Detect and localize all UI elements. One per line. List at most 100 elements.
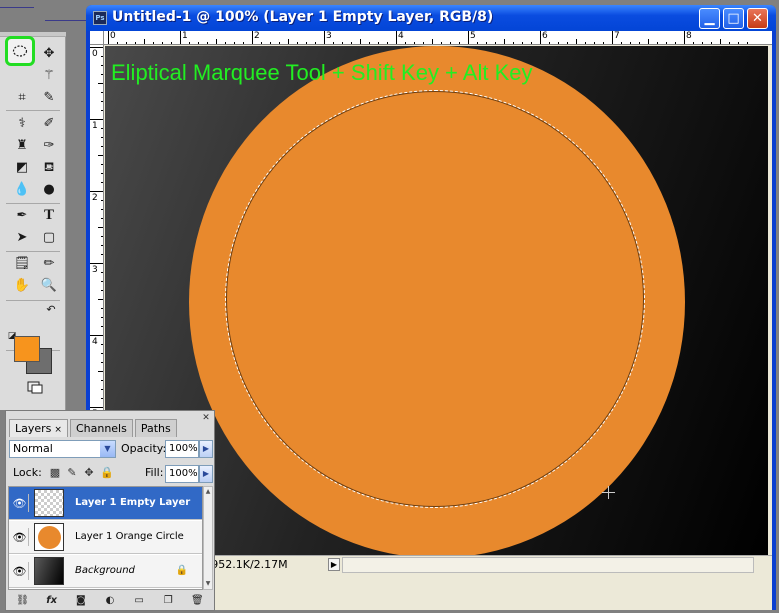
eye-icon[interactable]: 👁 xyxy=(11,562,29,580)
maximize-button[interactable]: □ xyxy=(723,8,744,29)
ruler-tick xyxy=(101,164,103,165)
magic-wand-tool[interactable]: ⚚ xyxy=(38,64,60,86)
eye-icon[interactable]: 👁 xyxy=(11,528,29,546)
panel-tabs: Layers × Channels Paths xyxy=(9,419,179,437)
minimize-button[interactable]: ▁ xyxy=(699,8,720,29)
elliptical-marquee-tool[interactable] xyxy=(5,36,35,66)
document-title-bar[interactable]: Ps Untitled-1 @ 100% (Layer 1 Empty Laye… xyxy=(86,5,776,31)
paint-bucket-tool[interactable]: ⛾ xyxy=(38,156,60,178)
lock-position-icon[interactable]: ✥ xyxy=(83,467,95,479)
eyedropper-tool[interactable]: ✏ xyxy=(38,252,60,274)
ruler-tick xyxy=(702,42,703,44)
ruler-label: 4 xyxy=(398,31,404,41)
slice-tool[interactable]: ✎ xyxy=(38,86,60,108)
crop-tool[interactable]: ⌗ xyxy=(11,86,33,108)
lock-all-icon[interactable]: 🔒 xyxy=(100,467,114,479)
blend-mode-value: Normal xyxy=(13,442,53,455)
opacity-input[interactable]: 100% xyxy=(165,440,199,458)
scroll-down-icon[interactable]: ▼ xyxy=(204,579,212,589)
ruler-tick xyxy=(90,191,103,192)
adjustment-layer-icon[interactable]: ◐ xyxy=(102,594,118,608)
trash-icon[interactable]: 🗑 xyxy=(189,594,205,608)
tab-layers[interactable]: Layers × xyxy=(9,419,68,437)
clone-stamp-tool[interactable]: ♜ xyxy=(11,134,33,156)
scroll-up-icon[interactable]: ▲ xyxy=(204,487,212,497)
fill-slider-arrow-icon[interactable]: ▶ xyxy=(199,465,213,483)
ruler-origin[interactable] xyxy=(90,31,104,45)
tab-channels[interactable]: Channels xyxy=(69,419,133,437)
link-layers-icon[interactable]: ⛓ xyxy=(15,594,31,608)
rectangle-shape-tool[interactable]: ▢ xyxy=(38,226,60,248)
ruler-tick xyxy=(648,39,649,44)
ruler-tick xyxy=(101,182,103,183)
ruler-tick xyxy=(101,290,103,291)
ruler-tick xyxy=(585,42,586,44)
tab-paths[interactable]: Paths xyxy=(134,419,177,437)
eraser-tool[interactable]: ◩ xyxy=(11,156,33,178)
new-layer-icon[interactable]: ❐ xyxy=(160,594,176,608)
vertical-scrollbar[interactable] xyxy=(768,46,772,555)
ruler-tick xyxy=(666,42,667,44)
ruler-tick xyxy=(90,263,103,264)
swap-colors-icon[interactable]: ↶ xyxy=(40,298,62,320)
ruler-tick xyxy=(567,42,568,44)
screen-mode-icon[interactable] xyxy=(24,376,46,398)
zoom-tool[interactable]: 🔍 xyxy=(38,274,60,296)
horizontal-scrollbar[interactable] xyxy=(342,557,754,573)
layer-thumbnail xyxy=(34,523,64,551)
brush-tool[interactable]: ✐ xyxy=(38,112,60,134)
horizontal-ruler[interactable]: 0 1 2 3 4 5 6 7 8 xyxy=(104,31,772,45)
top-dash-line xyxy=(0,7,34,8)
path-selection-tool[interactable]: ➤ xyxy=(11,226,33,248)
document-title: Untitled-1 @ 100% (Layer 1 Empty Layer, … xyxy=(112,9,494,25)
ruler-tick xyxy=(531,42,532,44)
layer-row[interactable]: 👁 Layer 1 Orange Circle xyxy=(9,521,202,554)
ruler-tick xyxy=(396,31,397,44)
pen-tool[interactable]: ✒ xyxy=(11,204,33,226)
tab-close-icon[interactable]: × xyxy=(54,425,62,435)
new-group-icon[interactable]: ▭ xyxy=(131,594,147,608)
ruler-tick xyxy=(279,42,280,44)
blend-mode-select[interactable]: Normal ▼ xyxy=(9,440,116,458)
layer-row[interactable]: 👁 Layer 1 Empty Layer xyxy=(9,487,202,520)
blur-tool[interactable]: 💧 xyxy=(11,178,33,200)
ruler-label: 3 xyxy=(326,31,332,41)
dodge-tool[interactable]: ● xyxy=(38,178,60,200)
type-tool[interactable]: T xyxy=(38,204,60,226)
foreground-color-swatch[interactable] xyxy=(14,336,40,362)
ruler-tick xyxy=(101,218,103,219)
notes-tool[interactable]: 🗒 xyxy=(11,252,33,274)
close-button[interactable]: ✕ xyxy=(747,8,768,29)
elliptical-selection-marquee xyxy=(225,90,645,508)
move-tool[interactable]: ✥ xyxy=(38,42,60,64)
eye-icon[interactable]: 👁 xyxy=(11,494,29,512)
status-menu-arrow-icon[interactable]: ▶ xyxy=(328,558,340,571)
healing-brush-tool[interactable]: ⚕ xyxy=(11,112,33,134)
ruler-tick xyxy=(612,31,613,44)
ruler-label: 0 xyxy=(92,49,98,59)
layer-style-icon[interactable]: fx xyxy=(44,594,60,608)
ruler-tick xyxy=(101,209,103,210)
hand-tool[interactable]: ✋ xyxy=(11,274,33,296)
ruler-tick xyxy=(576,39,577,44)
ruler-tick xyxy=(387,42,388,44)
ruler-tick xyxy=(101,362,103,363)
panel-close-icon[interactable]: ✕ xyxy=(201,413,211,423)
lock-transparency-icon[interactable]: ▩ xyxy=(49,467,61,479)
photoshop-doc-icon: Ps xyxy=(93,11,107,25)
ruler-tick xyxy=(171,42,172,44)
top-dash-line xyxy=(45,20,87,21)
fill-input[interactable]: 100% xyxy=(165,465,199,483)
chevron-down-icon[interactable]: ▼ xyxy=(100,441,115,457)
history-brush-tool[interactable]: ✑ xyxy=(38,134,60,156)
ruler-tick xyxy=(207,42,208,44)
layer-list-scrollbar[interactable]: ▲ ▼ xyxy=(203,486,213,590)
lock-image-icon[interactable]: ✎ xyxy=(66,467,78,479)
layer-row[interactable]: 👁 Background 🔒 xyxy=(9,555,202,588)
layer-thumbnail xyxy=(34,557,64,585)
layer-mask-icon[interactable]: ◙ xyxy=(73,594,89,608)
ruler-tick xyxy=(594,42,595,44)
opacity-slider-arrow-icon[interactable]: ▶ xyxy=(199,440,213,458)
ruler-tick xyxy=(101,101,103,102)
ruler-tick xyxy=(540,31,541,44)
